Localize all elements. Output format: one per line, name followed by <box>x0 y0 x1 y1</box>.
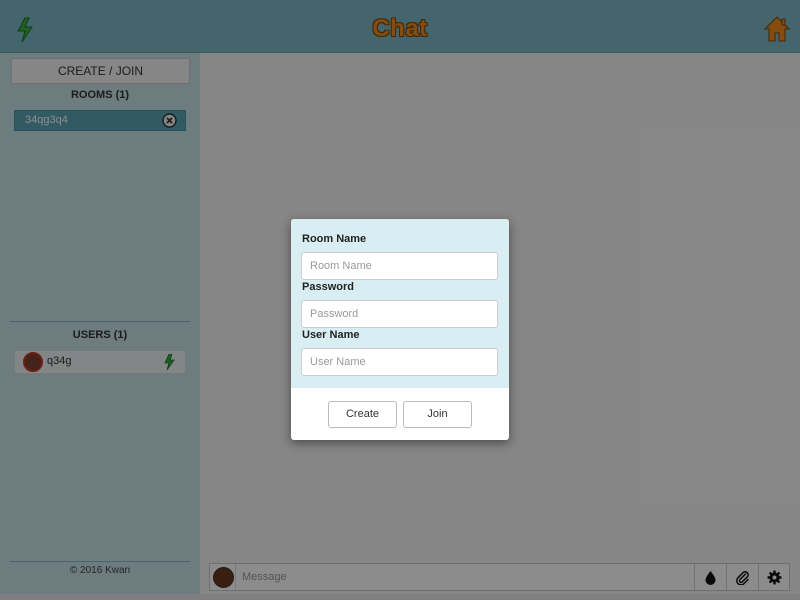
password-input[interactable] <box>301 300 498 328</box>
user-name-label: User Name <box>302 329 360 341</box>
create-button[interactable]: Create <box>328 401 397 428</box>
create-join-dialog: Room Name Password User Name Create Join <box>291 219 509 440</box>
user-name-input[interactable] <box>301 348 498 376</box>
password-label: Password <box>302 281 354 293</box>
join-button[interactable]: Join <box>403 401 472 428</box>
dialog-form: Room Name Password User Name <box>291 219 509 388</box>
room-name-input[interactable] <box>301 252 498 280</box>
room-name-label: Room Name <box>302 233 367 245</box>
